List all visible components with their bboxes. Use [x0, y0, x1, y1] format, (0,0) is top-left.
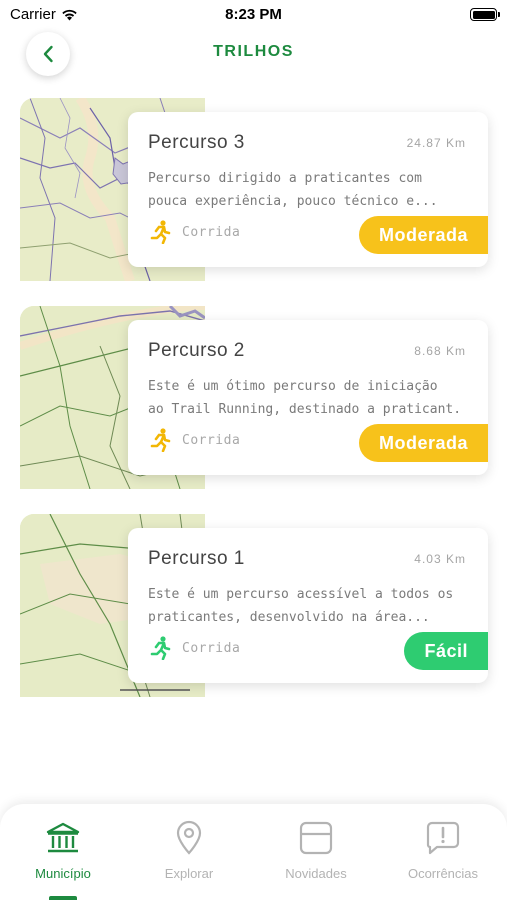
trail-card[interactable]: Percurso 3 24.87 Km Percurso dirigido a … [128, 112, 488, 267]
trail-activity-label: Corrida [182, 224, 241, 240]
trail-description-line: ao Trail Running, destinado a praticant.… [148, 402, 463, 417]
difficulty-badge: Moderada [358, 424, 488, 462]
trail-description: Percurso dirigido a praticantes com pouc… [148, 167, 463, 213]
nav-label: Explorar [164, 866, 214, 881]
trail-description: Este é um ótimo percurso de iniciação ao… [148, 375, 463, 421]
clock: 8:23 PM [225, 6, 282, 23]
trail-description-line: Percurso dirigido a praticantes com [148, 171, 422, 186]
nav-label: Ocorrências [407, 866, 479, 881]
trail-activity: Corrida [150, 220, 240, 244]
nav-item-municipio[interactable]: Município [0, 818, 126, 888]
trail-description-line: praticantes, desenvolvido na área... [148, 610, 430, 625]
battery-icon [470, 8, 500, 21]
page-title: TRILHOS [213, 43, 294, 60]
trail-name: Percurso 1 [148, 548, 245, 569]
trail-item[interactable]: Percurso 1 4.03 Km Este é um percurso ac… [20, 514, 490, 704]
nav-item-explorar[interactable]: Explorar [126, 818, 252, 888]
alert-bubble-icon [426, 821, 460, 855]
header: TRILHOS [0, 30, 507, 80]
trail-item[interactable]: Percurso 2 8.68 Km Este é um ótimo percu… [20, 306, 490, 496]
nav-label: Município [35, 866, 91, 881]
bottom-navigation: Município Explorar Novidades Ocorrências [0, 804, 507, 900]
trail-card[interactable]: Percurso 2 8.68 Km Este é um ótimo percu… [128, 320, 488, 475]
trail-name: Percurso 3 [148, 132, 245, 153]
status-bar: Carrier 8:23 PM [0, 0, 507, 30]
trail-description-line: pouca experiência, pouco técnico e... [148, 194, 438, 209]
difficulty-badge: Fácil [404, 632, 488, 670]
difficulty-badge: Moderada [358, 216, 488, 254]
trail-name: Percurso 2 [148, 340, 245, 361]
trail-description-line: Este é um percurso acessível a todos os [148, 587, 454, 602]
nav-label: Novidades [285, 866, 347, 881]
trail-description-line: Este é um ótimo percurso de iniciação [148, 379, 438, 394]
runner-icon [150, 636, 171, 660]
nav-item-ocorrencias[interactable]: Ocorrências [380, 818, 506, 888]
runner-icon [150, 220, 171, 244]
nav-item-novidades[interactable]: Novidades [253, 818, 379, 888]
location-pin-icon [176, 820, 202, 855]
trail-description: Este é um percurso acessível a todos os … [148, 583, 463, 629]
trail-card[interactable]: Percurso 1 4.03 Km Este é um percurso ac… [128, 528, 488, 683]
trail-distance: 4.03 Km [414, 552, 466, 566]
trail-activity-label: Corrida [182, 640, 241, 656]
runner-icon [150, 428, 171, 452]
news-card-icon [299, 821, 333, 855]
trail-distance: 24.87 Km [406, 136, 466, 150]
trail-activity: Corrida [150, 428, 240, 452]
trail-activity: Corrida [150, 636, 240, 660]
building-icon [46, 822, 80, 853]
trail-distance: 8.68 Km [414, 344, 466, 358]
trail-activity-label: Corrida [182, 432, 241, 448]
trail-item[interactable]: Percurso 3 24.87 Km Percurso dirigido a … [20, 98, 490, 288]
active-tab-indicator [49, 896, 77, 900]
